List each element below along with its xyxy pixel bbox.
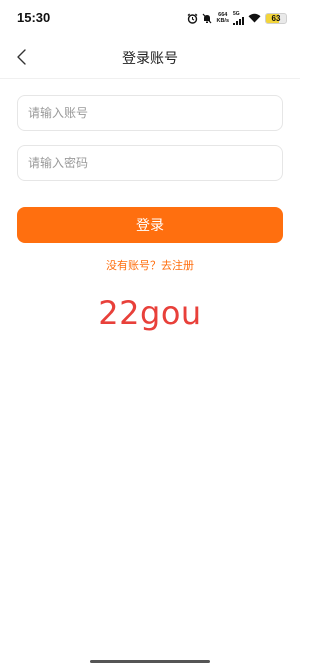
battery-level: 63 [271, 13, 281, 23]
account-field[interactable] [17, 95, 283, 131]
account-input[interactable] [18, 96, 282, 130]
status-bar: 15:30 664 KB/s 5G 63 [0, 0, 300, 36]
signal-group: 5G [233, 11, 244, 25]
battery-icon: 63 [265, 12, 287, 24]
password-input[interactable] [18, 146, 282, 180]
watermark-text: 22gou [98, 294, 202, 332]
battery-body: 63 [265, 12, 287, 24]
wifi-icon [248, 13, 261, 23]
nav-bar: 登录账号 [0, 36, 300, 79]
network-speed-unit: KB/s [216, 18, 229, 24]
signal-icon [233, 16, 244, 25]
page-title: 登录账号 [122, 51, 178, 67]
password-field[interactable] [17, 145, 283, 181]
status-icons: 664 KB/s 5G 63 [187, 11, 287, 25]
mute-icon [202, 13, 212, 24]
login-button[interactable]: 登录 [17, 207, 283, 243]
register-link[interactable]: 没有账号？去注册 [0, 257, 300, 273]
network-speed: 664 KB/s [216, 12, 229, 24]
status-time: 15:30 [17, 10, 51, 25]
home-indicator[interactable] [90, 660, 210, 663]
alarm-icon [187, 13, 198, 24]
